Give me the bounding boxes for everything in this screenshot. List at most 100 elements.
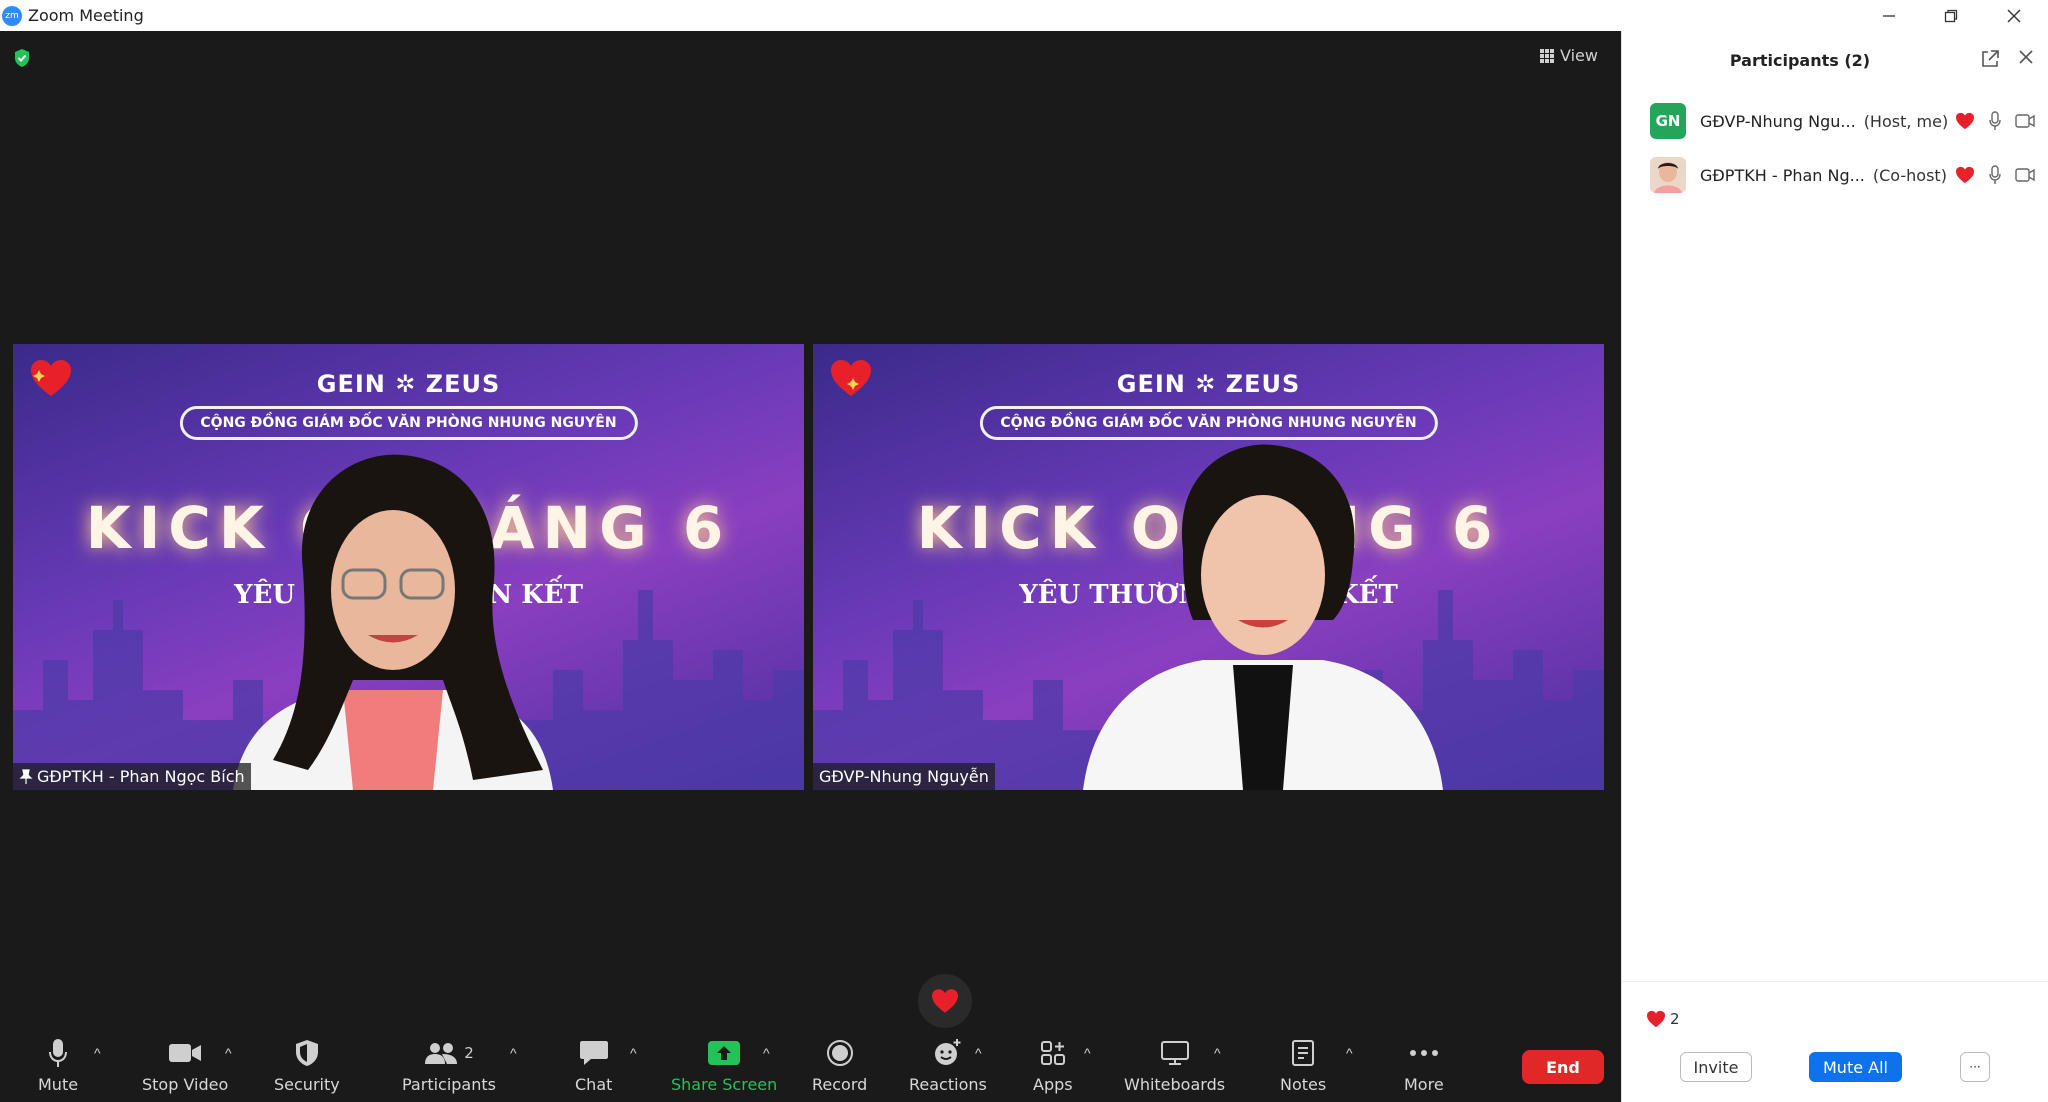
minimize-button[interactable] bbox=[1858, 0, 1920, 31]
participant-role: (Co-host) bbox=[1872, 165, 1947, 185]
participant-role: (Host, me) bbox=[1863, 111, 1949, 131]
view-label: View bbox=[1560, 46, 1598, 65]
notes-button[interactable]: Notes bbox=[1280, 1037, 1326, 1094]
mute-all-button[interactable]: Mute All bbox=[1809, 1052, 1902, 1082]
participants-panel: Participants (2) GN GĐVP-Nhung Ngu... (H… bbox=[1621, 31, 2048, 1102]
record-button[interactable]: Record bbox=[812, 1037, 867, 1094]
reactions-options-caret[interactable]: ^ bbox=[975, 1045, 982, 1061]
avatar: GN bbox=[1650, 103, 1686, 139]
chat-bubble-icon bbox=[579, 1041, 608, 1065]
more-label: More bbox=[1404, 1075, 1444, 1094]
restore-button[interactable] bbox=[1920, 0, 1982, 31]
close-panel-icon[interactable] bbox=[2018, 49, 2034, 65]
heart-icon bbox=[1956, 112, 1974, 130]
security-button[interactable]: Security bbox=[274, 1037, 340, 1094]
mute-button[interactable]: Mute bbox=[38, 1037, 78, 1094]
restore-icon bbox=[1944, 9, 1958, 22]
participants-button[interactable]: 2 Participants bbox=[402, 1037, 496, 1094]
share-screen-label: Share Screen bbox=[671, 1075, 778, 1094]
reactions-label: Reactions bbox=[909, 1075, 987, 1094]
minimize-icon bbox=[1883, 14, 1895, 17]
security-shield-icon bbox=[295, 1040, 318, 1066]
view-button[interactable]: View bbox=[1540, 46, 1598, 65]
encryption-shield-icon[interactable] bbox=[13, 48, 31, 68]
more-dots-icon bbox=[1409, 1050, 1438, 1056]
reaction-count: 2 bbox=[1670, 1010, 1680, 1028]
stop-video-button[interactable]: Stop Video bbox=[142, 1037, 228, 1094]
whiteboards-options-caret[interactable]: ^ bbox=[1214, 1045, 1221, 1061]
close-window-button[interactable] bbox=[1983, 0, 2045, 31]
heart-reaction-icon bbox=[31, 360, 71, 396]
more-options-button[interactable]: ··· bbox=[1960, 1052, 1990, 1082]
notes-label: Notes bbox=[1280, 1075, 1327, 1094]
avatar bbox=[1650, 157, 1686, 193]
mute-label: Mute bbox=[38, 1075, 79, 1094]
more-button[interactable]: More bbox=[1404, 1037, 1444, 1094]
participant-name: GĐVP-Nhung Nguyễn bbox=[819, 767, 989, 786]
window-title: Zoom Meeting bbox=[28, 6, 144, 25]
video-options-caret[interactable]: ^ bbox=[225, 1045, 232, 1061]
community-banner: CỘNG ĐỒNG GIÁM ĐỐC VĂN PHÒNG NHUNG NGUYÊ… bbox=[979, 406, 1438, 440]
share-screen-icon bbox=[708, 1041, 741, 1065]
video-tile-phan-ngoc-bich[interactable]: GEIN ✲ ZEUS CỘNG ĐỒNG GIÁM ĐỐC VĂN PHÒNG… bbox=[13, 344, 804, 790]
participant-name: GĐPTKH - Phan Ngọc Bích bbox=[37, 767, 245, 786]
smiley-reactions-icon bbox=[934, 1039, 961, 1065]
video-tile-nhung-nguyen[interactable]: GEIN ✲ ZEUS CỘNG ĐỒNG GIÁM ĐỐC VĂN PHÒNG… bbox=[813, 344, 1604, 790]
close-icon bbox=[2007, 9, 2021, 22]
heart-icon bbox=[1956, 166, 1974, 184]
notes-icon bbox=[1292, 1040, 1315, 1066]
sponsor-logos: GEIN ✲ ZEUS bbox=[1116, 370, 1301, 398]
security-label: Security bbox=[274, 1075, 340, 1094]
mute-options-caret[interactable]: ^ bbox=[94, 1045, 101, 1061]
sponsor-logos: GEIN ✲ ZEUS bbox=[316, 370, 501, 398]
participant-video-person bbox=[233, 454, 553, 790]
reaction-counter: 2 bbox=[1646, 1010, 1680, 1028]
whiteboard-icon bbox=[1160, 1041, 1189, 1065]
heart-icon bbox=[1647, 1010, 1665, 1028]
participant-name: GĐPTKH - Phan Ng... bbox=[1700, 165, 1865, 185]
participant-row-host[interactable]: GN GĐVP-Nhung Ngu... (Host, me) bbox=[1650, 101, 2035, 141]
chat-button[interactable]: Chat bbox=[575, 1037, 612, 1094]
pin-icon bbox=[19, 768, 33, 784]
record-icon bbox=[826, 1040, 853, 1066]
stop-video-label: Stop Video bbox=[142, 1075, 229, 1094]
panel-footer: 2 Invite Mute All ··· bbox=[1622, 981, 2048, 1102]
whiteboards-label: Whiteboards bbox=[1124, 1075, 1226, 1094]
participants-icon bbox=[425, 1043, 458, 1064]
notes-options-caret[interactable]: ^ bbox=[1346, 1045, 1353, 1061]
participant-nameplate: GĐVP-Nhung Nguyễn bbox=[813, 763, 995, 790]
chat-label: Chat bbox=[575, 1075, 613, 1094]
share-options-caret[interactable]: ^ bbox=[763, 1045, 770, 1061]
microphone-icon[interactable] bbox=[1989, 111, 2001, 131]
chat-options-caret[interactable]: ^ bbox=[630, 1045, 637, 1061]
apps-label: Apps bbox=[1033, 1075, 1073, 1094]
share-screen-button[interactable]: Share Screen bbox=[671, 1037, 777, 1094]
community-banner: CỘNG ĐỒNG GIÁM ĐỐC VĂN PHÒNG NHUNG NGUYÊ… bbox=[179, 406, 638, 440]
participants-options-caret[interactable]: ^ bbox=[510, 1045, 517, 1061]
title-bar: zm Zoom Meeting bbox=[0, 0, 2048, 31]
reaction-bubble bbox=[918, 974, 972, 1028]
avatar-photo bbox=[1650, 157, 1686, 193]
video-camera-icon[interactable] bbox=[2015, 168, 2035, 182]
participants-label: Participants bbox=[402, 1075, 496, 1094]
apps-icon bbox=[1040, 1041, 1065, 1065]
microphone-icon[interactable] bbox=[1989, 165, 2001, 185]
video-camera-icon[interactable] bbox=[2015, 114, 2035, 128]
panel-title: Participants (2) bbox=[1729, 51, 1871, 70]
participant-name: GĐVP-Nhung Ngu... bbox=[1700, 111, 1856, 131]
participant-row-cohost[interactable]: GĐPTKH - Phan Ng... (Co-host) bbox=[1650, 155, 2035, 195]
apps-button[interactable]: Apps bbox=[1033, 1037, 1073, 1094]
pop-out-icon[interactable] bbox=[1980, 49, 2000, 69]
grid-view-icon bbox=[1540, 48, 1554, 63]
whiteboards-button[interactable]: Whiteboards bbox=[1124, 1037, 1225, 1094]
meeting-area: View GEIN ✲ ZEUS CỘNG ĐỒNG GIÁM ĐỐC VĂN … bbox=[0, 31, 1621, 1102]
apps-options-caret[interactable]: ^ bbox=[1084, 1045, 1091, 1061]
microphone-icon bbox=[49, 1039, 68, 1067]
heart-reaction-icon bbox=[831, 360, 871, 396]
meeting-toolbar: Mute ^ Stop Video ^ Security 2 Participa… bbox=[0, 1029, 1621, 1102]
end-meeting-button[interactable]: End bbox=[1522, 1050, 1604, 1084]
heart-icon bbox=[932, 989, 958, 1013]
participants-count: 2 bbox=[464, 1044, 474, 1062]
participant-nameplate: GĐPTKH - Phan Ngọc Bích bbox=[13, 763, 251, 790]
invite-button[interactable]: Invite bbox=[1680, 1052, 1752, 1082]
